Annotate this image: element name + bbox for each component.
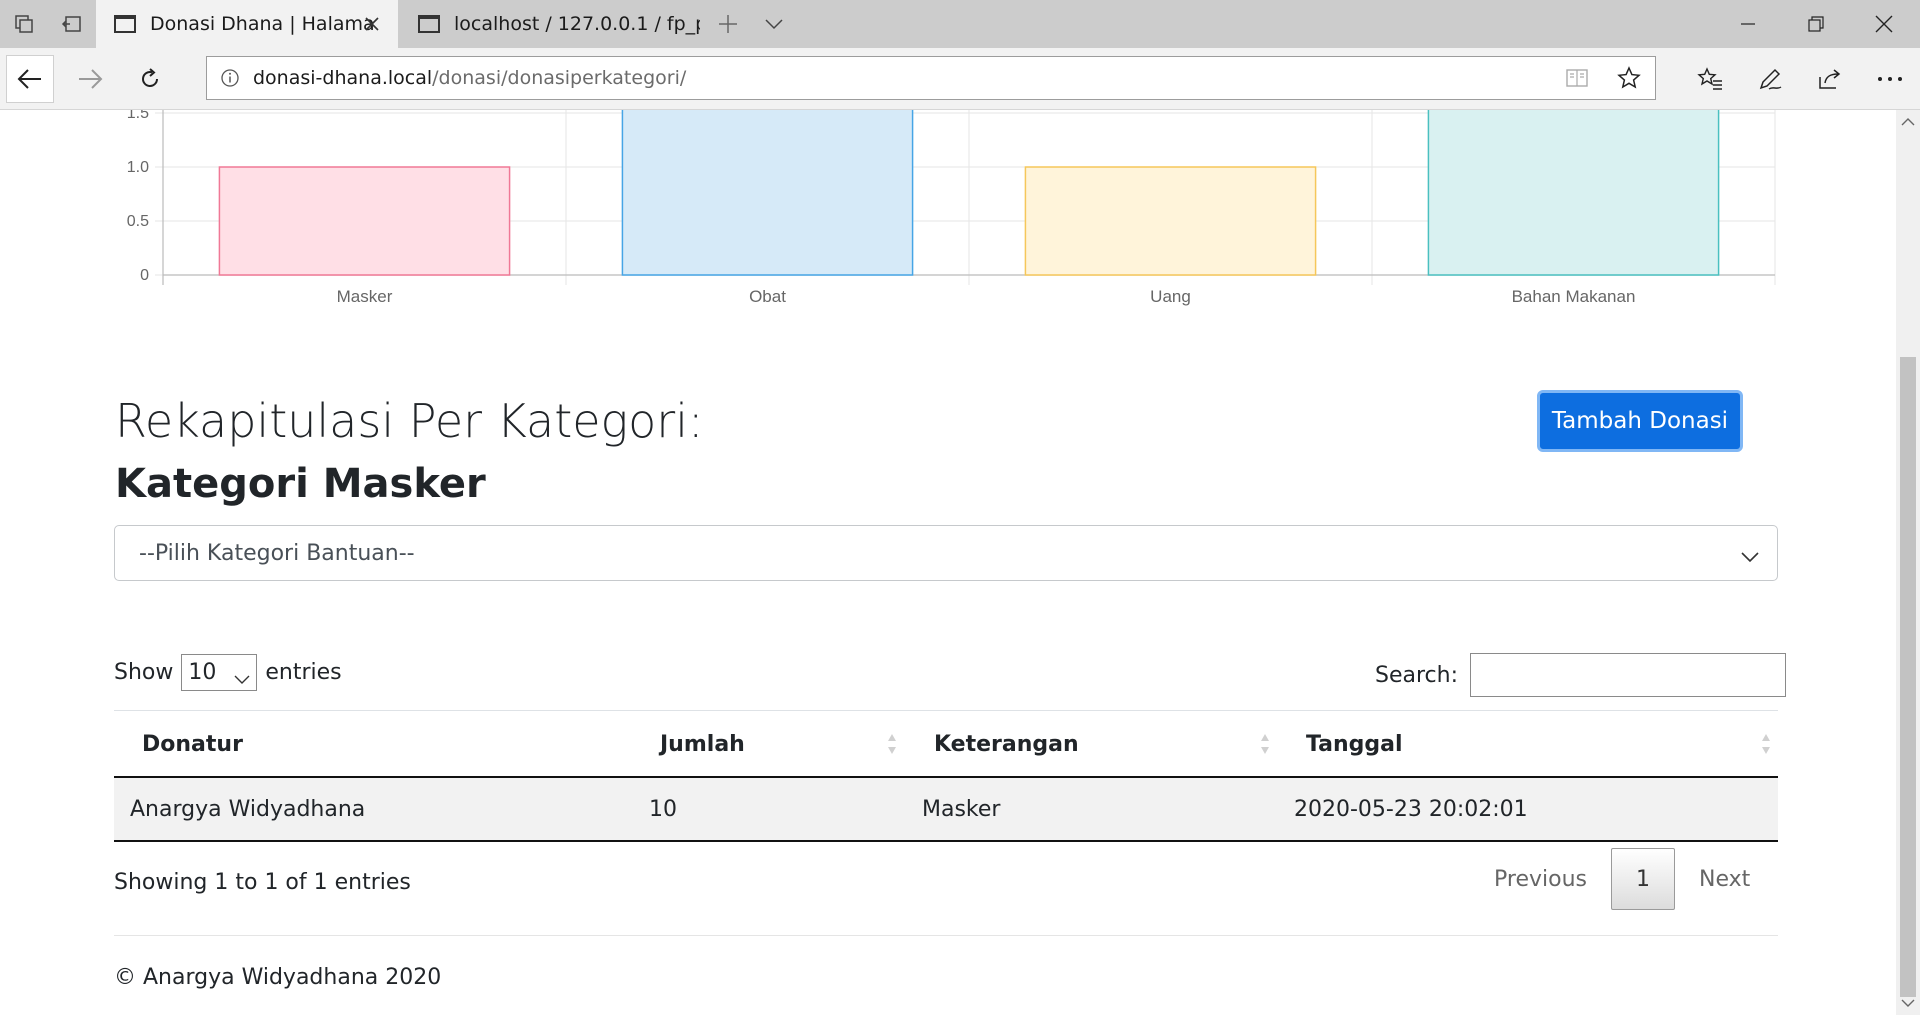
y-tick-label: 0 [140, 267, 149, 284]
entries-length-value: 10 [188, 659, 217, 685]
set-tabs-aside-icon[interactable] [0, 0, 48, 48]
footer-copyright: © Anargya Widyadhana 2020 [114, 965, 442, 990]
entries-length-control: Show 10 entries [114, 653, 342, 691]
scroll-up-icon[interactable] [1900, 114, 1916, 130]
table-row: Anargya Widyadhana 10 Masker 2020-05-23 … [114, 778, 1778, 842]
column-header-tanggal[interactable]: Tanggal [1306, 711, 1403, 777]
scrollbar-thumb[interactable] [1900, 357, 1916, 997]
tab-title: Donasi Dhana | Halama [150, 13, 375, 35]
pagination: Previous 1 Next [1470, 848, 1774, 910]
close-window-icon[interactable] [1850, 0, 1918, 48]
forward-arrow-icon[interactable] [66, 55, 114, 103]
sort-arrows-icon[interactable] [887, 733, 897, 755]
y-tick-label: 1.5 [127, 110, 149, 122]
close-tab-icon[interactable] [360, 12, 384, 36]
table-search: Search: [1375, 653, 1786, 697]
add-donation-button[interactable]: Tambah Donasi [1537, 390, 1743, 452]
tabs-aside-icon[interactable] [48, 0, 96, 48]
tab-list-chevron-icon[interactable] [750, 0, 798, 48]
page-content: 0 0.5 1.0 1.5 Masker Obat Uang Bahan Makanan Re… [0, 110, 1896, 1015]
table-header: Donatur Jumlah Keterangan Tanggal [114, 710, 1778, 778]
category-title: Kategori Masker [115, 461, 486, 507]
donations-table: Donatur Jumlah Keterangan Tanggal Anargy… [114, 710, 1778, 842]
x-tick-label: Obat [749, 287, 786, 306]
chevron-down-icon [1741, 544, 1759, 569]
x-tick-label: Bahan Makanan [1512, 287, 1636, 306]
category-select[interactable]: --Pilih Kategori Bantuan-- [114, 525, 1778, 581]
x-tick-label: Masker [337, 287, 393, 306]
sort-arrows-icon[interactable] [1260, 733, 1270, 755]
tab-bar: Donasi Dhana | Halama localhost / 127.0.… [0, 0, 1920, 48]
page-scrollbar[interactable] [1896, 110, 1920, 1015]
chevron-down-icon [234, 666, 250, 691]
table-info: Showing 1 to 1 of 1 entries [114, 870, 411, 895]
site-info-icon[interactable] [207, 68, 253, 88]
favorite-star-icon[interactable] [1603, 66, 1655, 90]
url-host: donasi-dhana.local [253, 67, 433, 89]
minimize-icon[interactable] [1714, 0, 1782, 48]
entries-label: entries [265, 659, 342, 685]
navigation-bar: donasi-dhana.local/donasi/donasiperkateg… [0, 48, 1920, 110]
page-title: Rekapitulasi Per Kategori: [115, 394, 704, 448]
column-header-donatur[interactable]: Donatur [142, 711, 243, 777]
show-label: Show [114, 659, 174, 685]
share-icon[interactable] [1806, 55, 1854, 103]
cell-donatur: Anargya Widyadhana [130, 796, 366, 822]
y-tick-label: 1.0 [127, 159, 149, 176]
page-icon [418, 15, 440, 33]
cell-tanggal: 2020-05-23 20:02:01 [1294, 796, 1528, 822]
restore-icon[interactable] [1782, 0, 1850, 48]
cell-keterangan: Masker [922, 796, 1001, 822]
tab-donasi-dhana[interactable]: Donasi Dhana | Halama [96, 0, 398, 48]
column-header-jumlah[interactable]: Jumlah [660, 711, 745, 777]
more-options-icon[interactable] [1866, 55, 1914, 103]
search-input[interactable] [1470, 653, 1786, 697]
footer-divider [114, 935, 1778, 936]
bar-uang [1024, 166, 1317, 276]
search-label: Search: [1375, 662, 1458, 688]
page-1-button[interactable]: 1 [1610, 848, 1675, 910]
reading-view-icon[interactable] [1551, 67, 1603, 89]
favorites-hub-icon[interactable] [1686, 55, 1734, 103]
tab-phpmyadmin[interactable]: localhost / 127.0.0.1 / fp_pb [400, 0, 700, 48]
bar-masker [218, 166, 511, 276]
category-select-value: --Pilih Kategori Bantuan-- [139, 540, 415, 566]
y-tick-label: 0.5 [127, 213, 149, 230]
previous-page-button[interactable]: Previous [1470, 848, 1611, 910]
bar-chart: 0 0.5 1.0 1.5 Masker Obat Uang Bahan Makanan [127, 110, 1776, 306]
address-bar[interactable]: donasi-dhana.local/donasi/donasiperkateg… [206, 56, 1656, 100]
scroll-down-icon[interactable] [1900, 995, 1916, 1011]
x-tick-label: Uang [1150, 287, 1191, 306]
refresh-icon[interactable] [126, 55, 174, 103]
column-header-keterangan[interactable]: Keterangan [934, 711, 1079, 777]
page-icon [114, 15, 136, 33]
cell-jumlah: 10 [649, 796, 677, 822]
entries-length-select[interactable]: 10 [181, 653, 258, 691]
new-tab-icon[interactable] [704, 0, 752, 48]
web-note-pen-icon[interactable] [1746, 55, 1794, 103]
sort-arrows-icon[interactable] [1761, 733, 1771, 755]
url-path: /donasi/donasiperkategori/ [432, 67, 687, 89]
bar-obat [621, 110, 914, 276]
next-page-button[interactable]: Next [1675, 848, 1774, 910]
bar-bahan-makanan [1427, 110, 1720, 276]
tab-title: localhost / 127.0.0.1 / fp_pb [454, 13, 700, 35]
back-arrow-icon[interactable] [6, 55, 54, 103]
